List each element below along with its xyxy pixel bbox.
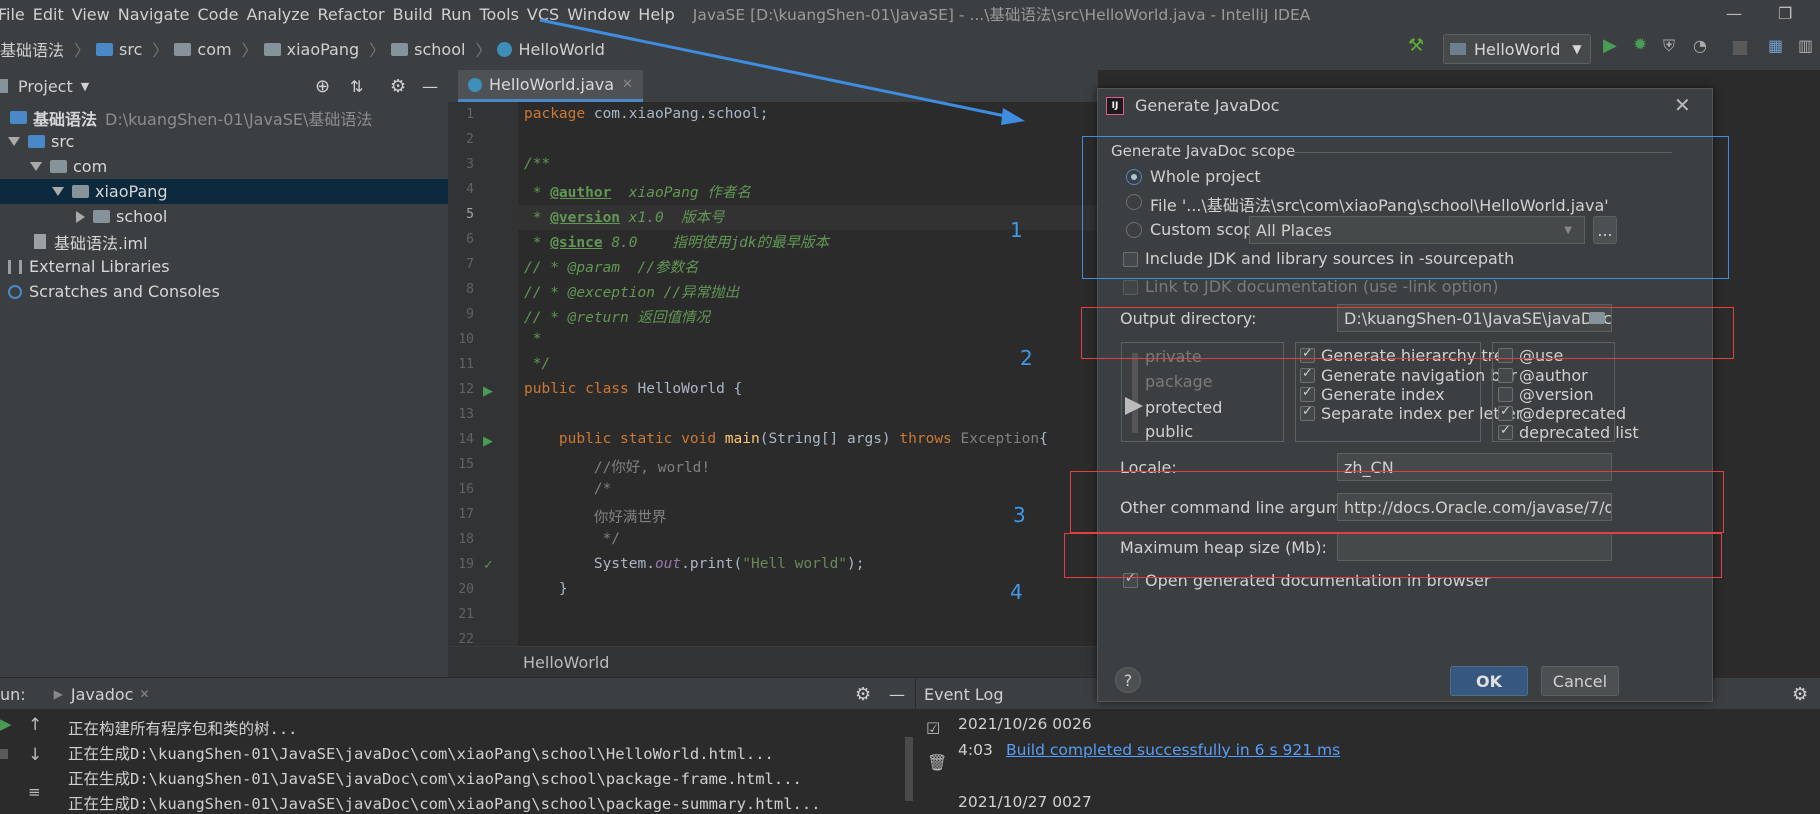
annotation-arrow [539,18,1025,125]
